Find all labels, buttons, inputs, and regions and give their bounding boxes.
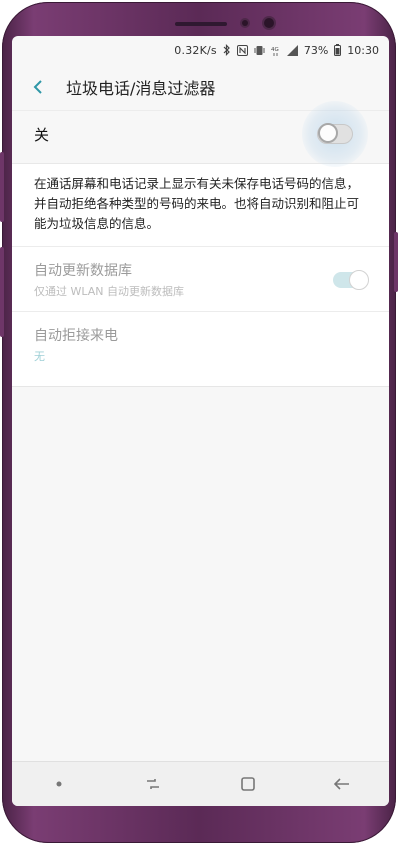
setting-auto-reject-calls: 自动拒接来电 无 bbox=[12, 311, 389, 376]
sensor bbox=[242, 20, 248, 26]
home-button[interactable] bbox=[228, 764, 268, 804]
vibrate-icon bbox=[254, 45, 265, 56]
screen: 0.32K/s 4G 73% 10:30 垃圾电话/消息过滤器 关 在通话屏幕和… bbox=[12, 36, 389, 806]
status-bar: 0.32K/s 4G 73% 10:30 bbox=[12, 36, 389, 64]
recent-apps-button[interactable] bbox=[133, 764, 173, 804]
svg-text:4G: 4G bbox=[271, 47, 279, 53]
master-switch[interactable] bbox=[302, 101, 368, 167]
master-switch-label: 关 bbox=[34, 125, 50, 144]
recent-apps-icon bbox=[147, 779, 160, 789]
master-switch-row[interactable]: 关 bbox=[12, 101, 389, 167]
nfc-icon bbox=[236, 44, 248, 56]
content-card-end bbox=[12, 376, 389, 387]
page-title: 垃圾电话/消息过滤器 bbox=[66, 79, 216, 98]
power-button bbox=[394, 232, 398, 292]
volume-button bbox=[0, 247, 4, 337]
description-section: 在通话屏幕和电话记录上显示有关未保存电话号码的信息，并自动拒绝各种类型的号码的来… bbox=[12, 163, 389, 246]
clock: 10:30 bbox=[347, 43, 379, 57]
setting-subtitle: 仅通过 WLAN 自动更新数据库 bbox=[34, 285, 185, 298]
battery-percent: 73% bbox=[303, 43, 329, 57]
front-camera bbox=[264, 18, 274, 28]
toggle-knob bbox=[349, 269, 369, 290]
setting-auto-update-db: 自动更新数据库 仅通过 WLAN 自动更新数据库 bbox=[12, 246, 389, 311]
description-text: 在通话屏幕和电话记录上显示有关未保存电话号码的信息，并自动拒绝各种类型的号码的来… bbox=[34, 176, 360, 231]
dot-indicator-icon bbox=[39, 764, 79, 804]
bixby-button bbox=[0, 152, 4, 222]
back-nav-button[interactable] bbox=[322, 764, 362, 804]
setting-title: 自动更新数据库 bbox=[34, 263, 132, 279]
earpiece-speaker bbox=[175, 22, 227, 26]
back-arrow-icon bbox=[33, 80, 42, 94]
network-speed: 0.32K/s bbox=[174, 43, 217, 57]
4g-icon: 4G bbox=[271, 45, 281, 56]
back-button[interactable] bbox=[26, 75, 50, 99]
signal-icon bbox=[286, 44, 298, 56]
toggle-switch-disabled bbox=[333, 269, 369, 290]
home-icon bbox=[240, 777, 255, 791]
bluetooth-icon bbox=[223, 44, 231, 56]
navigation-bar bbox=[12, 761, 389, 806]
setting-title: 自动拒接来电 bbox=[34, 328, 118, 344]
setting-subtitle: 无 bbox=[34, 350, 45, 363]
toggle-switch-off[interactable] bbox=[317, 123, 353, 144]
battery-icon bbox=[334, 44, 342, 56]
toggle-knob bbox=[318, 123, 338, 143]
back-icon bbox=[333, 778, 349, 790]
